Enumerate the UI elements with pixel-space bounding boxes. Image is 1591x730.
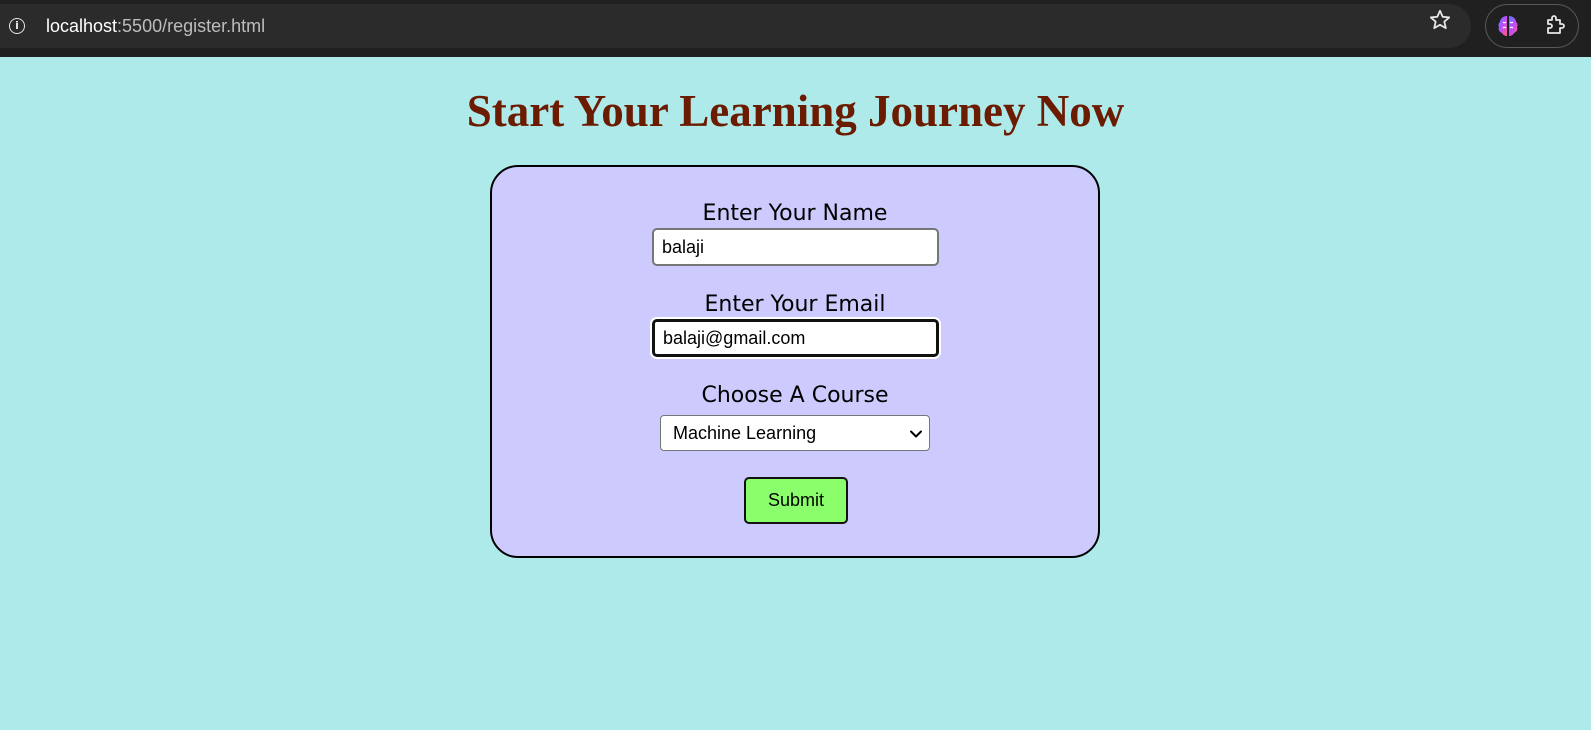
email-label: Enter Your Email (704, 292, 886, 317)
course-label: Choose A Course (701, 383, 889, 408)
brain-extension-icon[interactable] (1497, 14, 1519, 38)
star-icon[interactable] (1428, 8, 1452, 32)
browser-toolbar: i localhost:5500/register.html (0, 0, 1591, 57)
course-select[interactable]: Machine Learning (660, 415, 930, 451)
course-selected-value: Machine Learning (673, 423, 817, 443)
registration-form: Enter Your Name Enter Your Email Choose … (490, 165, 1100, 558)
address-bar[interactable]: i localhost:5500/register.html (0, 4, 1471, 48)
url-path: :5500/register.html (117, 16, 266, 36)
info-icon[interactable]: i (9, 18, 25, 34)
puzzle-extensions-icon[interactable] (1544, 13, 1568, 37)
url-text[interactable]: localhost:5500/register.html (46, 16, 265, 36)
email-input[interactable] (652, 319, 939, 357)
url-host: localhost (46, 16, 118, 36)
submit-button[interactable]: Submit (744, 477, 848, 524)
chevron-down-icon (910, 430, 922, 438)
page-title: Start Your Learning Journey Now (466, 86, 1125, 136)
name-label: Enter Your Name (702, 201, 888, 226)
name-input[interactable] (652, 228, 939, 266)
